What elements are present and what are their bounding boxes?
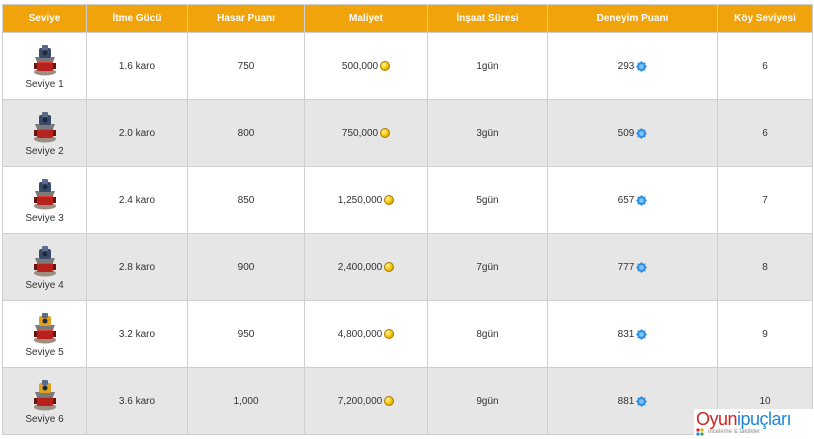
table-row: Seviye 1 1.6 karo 750 500,000 1gün 293 6 [2,32,813,100]
gold-coin-icon [384,195,395,205]
table-row: Seviye 3 2.4 karo 850 1,250,000 5gün 657… [2,166,813,234]
xp-value: 881 [617,395,635,407]
header-level: Seviye [2,4,87,33]
level-cell: Seviye 1 [2,32,87,100]
damage-cell: 800 [187,99,305,167]
xp-value: 777 [617,261,635,273]
air-sweeper-tower-icon [33,312,56,343]
level-label: Seviye 3 [25,212,64,224]
level-label: Seviye 6 [25,413,64,425]
experience-star-icon [636,395,648,407]
damage-cell: 1,000 [187,367,305,435]
experience-star-icon [636,194,648,206]
header-build-time: İnşaat Süresi [427,4,548,33]
cost-cell: 4,800,000 [304,300,428,368]
push-cell: 2.8 karo [86,233,188,301]
gold-coin-icon [384,396,395,406]
xp-cell: 881 [547,367,718,435]
air-sweeper-tower-icon [33,379,56,410]
build-time-cell: 9gün [427,367,548,435]
table-row: Seviye 5 3.2 karo 950 4,800,000 8gün 831… [2,300,813,368]
experience-star-icon [636,328,648,340]
experience-star-icon [636,60,648,72]
air-sweeper-tower-icon [33,44,56,75]
cost-cell: 7,200,000 [304,367,428,435]
header-xp: Deneyim Puanı [547,4,718,33]
town-level-cell: 6 [717,32,813,100]
build-time-cell: 8gün [427,300,548,368]
cost-value: 7,200,000 [337,395,383,407]
watermark-title-blue: ipuçları [737,409,792,429]
build-time-cell: 1gün [427,32,548,100]
cost-cell: 500,000 [304,32,428,100]
cost-value: 2,400,000 [337,261,383,273]
cost-value: 4,800,000 [337,328,383,340]
logo-dots-icon [696,428,704,436]
cost-value: 1,250,000 [337,194,383,206]
watermark-title-red: Oyun [696,409,738,429]
cost-cell: 750,000 [304,99,428,167]
level-cell: Seviye 5 [2,300,87,368]
watermark-title: Oyunipuçları [696,409,792,429]
levels-table: Seviye İtme Gücü Hasar Puanı Maliyet İnş… [2,4,813,435]
push-cell: 2.4 karo [86,166,188,234]
level-label: Seviye 4 [25,279,64,291]
xp-value: 657 [617,194,635,206]
town-level-cell: 7 [717,166,813,234]
xp-cell: 657 [547,166,718,234]
push-cell: 1.6 karo [86,32,188,100]
air-sweeper-tower-icon [33,245,56,276]
header-cost: Maliyet [304,4,428,33]
header-damage: Hasar Puanı [187,4,305,33]
header-push: İtme Gücü [86,4,188,33]
build-time-cell: 5gün [427,166,548,234]
cost-cell: 2,400,000 [304,233,428,301]
level-label: Seviye 5 [25,346,64,358]
damage-cell: 900 [187,233,305,301]
table-body: Seviye 1 1.6 karo 750 500,000 1gün 293 6… [2,32,813,435]
experience-star-icon [636,261,648,273]
damage-cell: 750 [187,32,305,100]
header-town-level: Köy Seviyesi [717,4,813,33]
xp-value: 831 [617,328,635,340]
level-cell: Seviye 6 [2,367,87,435]
town-level-cell: 6 [717,99,813,167]
push-cell: 3.6 karo [86,367,188,435]
table-row: Seviye 2 2.0 karo 800 750,000 3gün 509 6 [2,99,813,167]
level-label: Seviye 2 [25,145,64,157]
level-label: Seviye 1 [25,78,64,90]
build-time-cell: 3gün [427,99,548,167]
cost-cell: 1,250,000 [304,166,428,234]
table-row: Seviye 6 3.6 karo 1,000 7,200,000 9gün 8… [2,367,813,435]
cost-value: 750,000 [341,127,379,139]
gold-coin-icon [380,128,391,138]
watermark-subtitle: inceleme & taktikler [708,429,761,435]
air-sweeper-tower-icon [33,111,56,142]
experience-star-icon [636,127,648,139]
level-cell: Seviye 4 [2,233,87,301]
site-watermark-logo: Oyunipuçları inceleme & taktikler [694,409,814,439]
town-level-cell: 9 [717,300,813,368]
level-cell: Seviye 3 [2,166,87,234]
gold-coin-icon [384,262,395,272]
push-cell: 3.2 karo [86,300,188,368]
gold-coin-icon [384,329,395,339]
xp-cell: 509 [547,99,718,167]
town-level-cell: 8 [717,233,813,301]
build-time-cell: 7gün [427,233,548,301]
xp-cell: 777 [547,233,718,301]
xp-value: 509 [617,127,635,139]
xp-value: 293 [617,60,635,72]
air-sweeper-tower-icon [33,178,56,209]
push-cell: 2.0 karo [86,99,188,167]
damage-cell: 950 [187,300,305,368]
gold-coin-icon [380,61,391,71]
header-row: Seviye İtme Gücü Hasar Puanı Maliyet İnş… [2,4,813,33]
cost-value: 500,000 [341,60,379,72]
xp-cell: 831 [547,300,718,368]
xp-cell: 293 [547,32,718,100]
damage-cell: 850 [187,166,305,234]
table-row: Seviye 4 2.8 karo 900 2,400,000 7gün 777… [2,233,813,301]
level-cell: Seviye 2 [2,99,87,167]
